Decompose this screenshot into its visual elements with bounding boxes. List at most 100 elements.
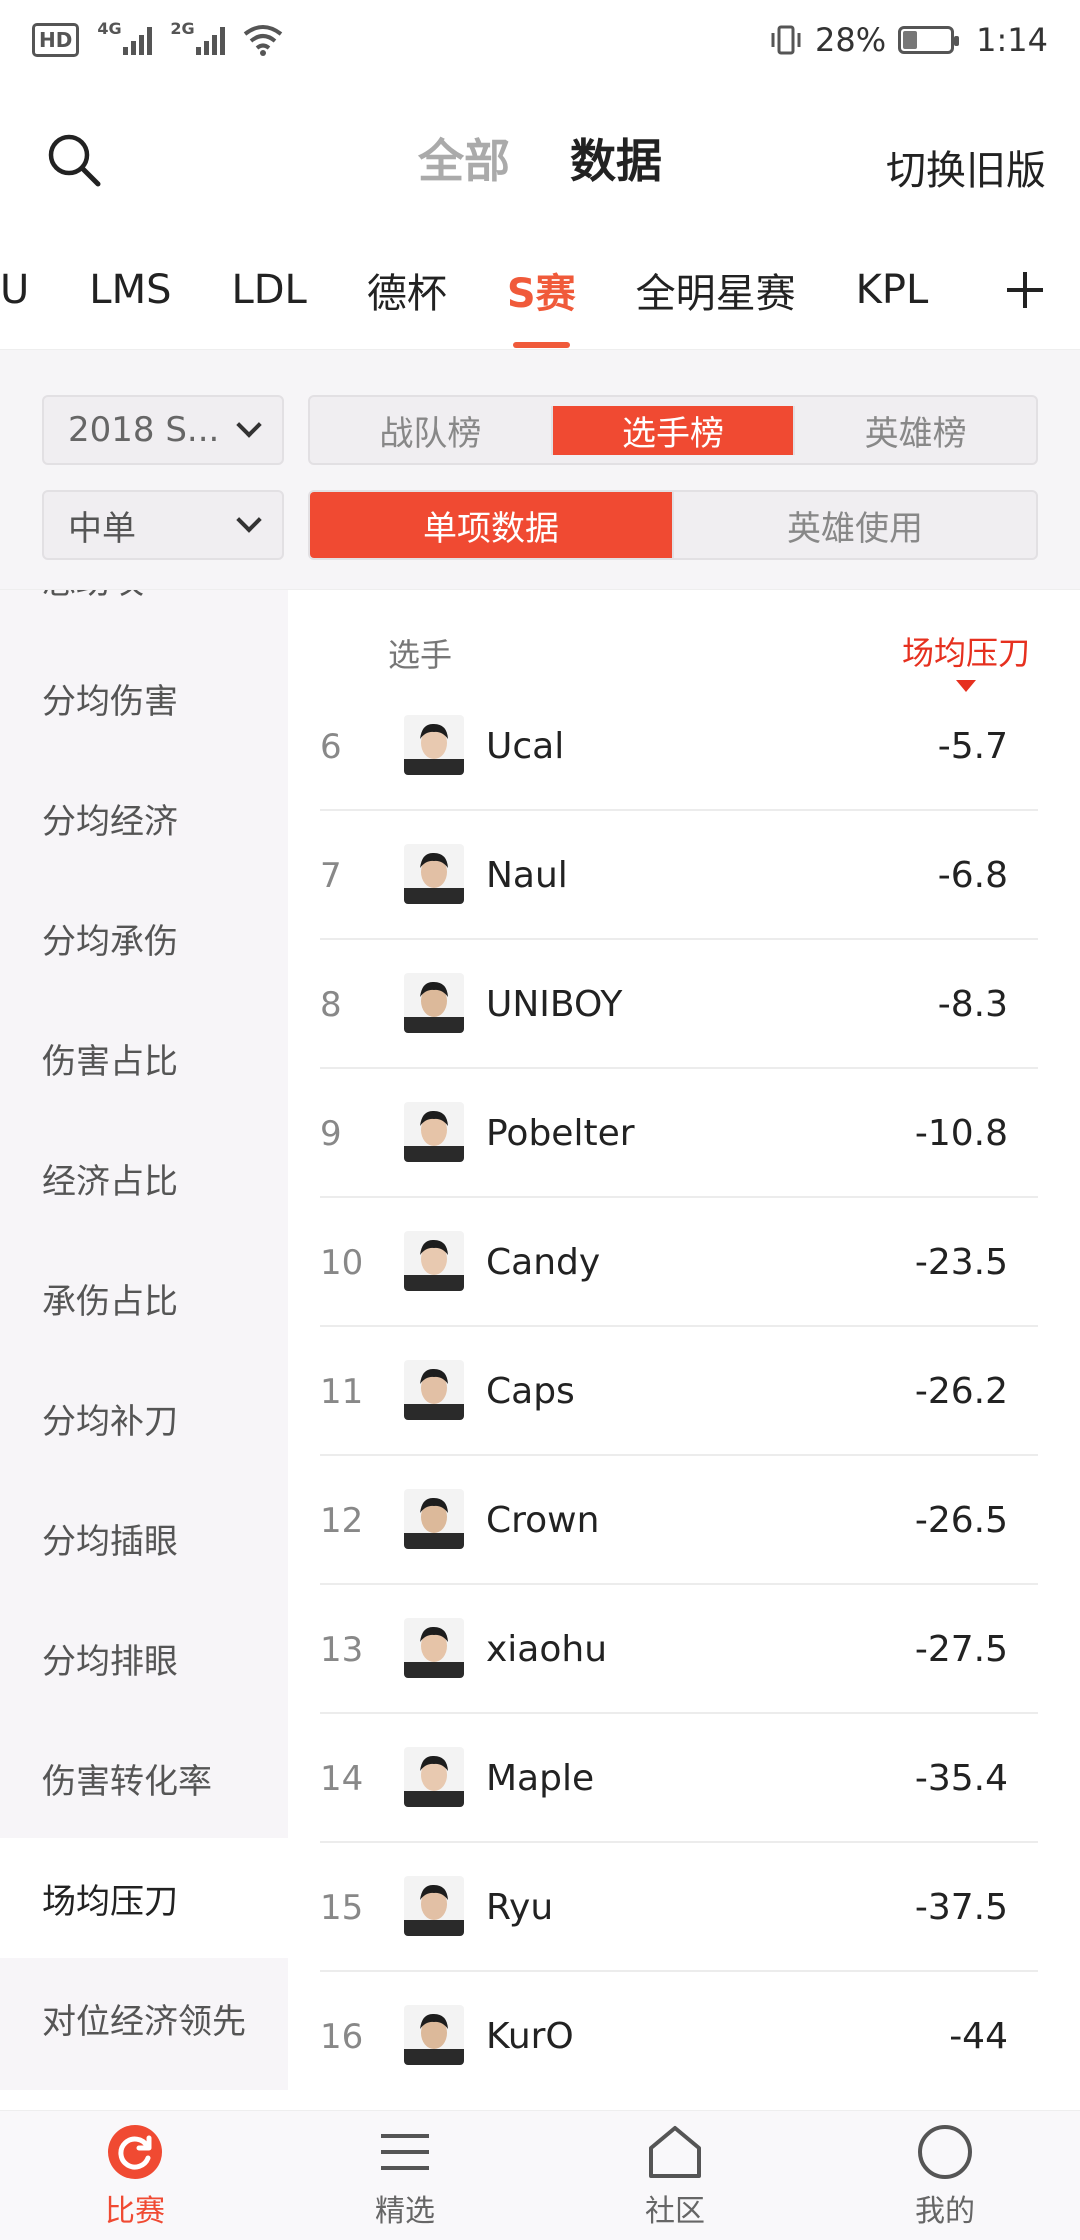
status-left: HD 4G 2G xyxy=(32,19,283,57)
table-row[interactable]: 14 Maple -35.4 xyxy=(320,1714,1038,1843)
hd-badge: HD xyxy=(32,23,80,57)
add-league-button[interactable] xyxy=(970,230,1080,349)
table-row[interactable]: 16 KurO -44 xyxy=(320,1972,1038,2090)
player-avatar xyxy=(404,844,464,904)
player-name: Candy xyxy=(486,1242,601,1283)
stat-category-item[interactable]: 经济占比 xyxy=(0,1118,288,1238)
player-avatar xyxy=(404,1231,464,1291)
player-stats-table[interactable]: 选手 场均压刀 6 Ucal -5.7 7 Naul -6.8 8 UNIBOY -8.3 9 Po… xyxy=(288,590,1080,2090)
player-stat-value: -23.5 xyxy=(914,1242,1008,1283)
stat-category-item[interactable]: 分均插眼 xyxy=(0,1478,288,1598)
nav-featured[interactable]: 精选 xyxy=(270,2111,540,2240)
season-dropdown[interactable]: 2018 S... xyxy=(42,395,284,465)
season-value: 2018 S... xyxy=(68,410,220,450)
table-row[interactable]: 8 UNIBOY -8.3 xyxy=(320,940,1038,1069)
player-rank: 14 xyxy=(320,1758,364,1799)
player-avatar xyxy=(404,1747,464,1807)
player-name: UNIBOY xyxy=(486,984,623,1025)
league-tab[interactable]: LMS xyxy=(59,230,201,349)
stat-category-item[interactable]: 分均排眼 xyxy=(0,1598,288,1718)
stat-category-item[interactable]: 分均补刀 xyxy=(0,1358,288,1478)
table-row[interactable]: 9 Pobelter -10.8 xyxy=(320,1069,1038,1198)
table-row[interactable]: 7 Naul -6.8 xyxy=(320,811,1038,940)
nav-label: 比赛 xyxy=(105,2193,165,2229)
player-stat-value: -6.8 xyxy=(937,855,1008,896)
table-row[interactable]: 15 Ryu -37.5 xyxy=(320,1843,1038,1972)
player-stat-value: -26.2 xyxy=(914,1371,1008,1412)
player-avatar xyxy=(404,1102,464,1162)
stat-tab[interactable]: 单项数据 xyxy=(310,492,674,558)
league-tab-bar: U LMS LDL 德杯 S赛 全明星赛 KPL xyxy=(0,230,1080,350)
player-avatar xyxy=(404,715,464,775)
chevron-down-icon xyxy=(236,507,262,533)
stat-category-item[interactable]: 场均压刀 xyxy=(0,1838,288,1958)
player-avatar xyxy=(404,1876,464,1936)
filter-panel: 2018 S... 战队榜 选手榜 英雄榜 中单 单项数据 英雄使用 xyxy=(0,350,1080,590)
player-name: KurO xyxy=(486,2016,574,2057)
table-row[interactable]: 6 Ucal -5.7 xyxy=(320,682,1038,811)
nav-label: 我的 xyxy=(915,2193,975,2229)
player-name: Pobelter xyxy=(486,1113,635,1154)
wifi-icon xyxy=(244,25,283,56)
stat-tab[interactable]: 英雄使用 xyxy=(674,492,1036,558)
league-tab[interactable]: U xyxy=(0,230,59,349)
player-rank: 12 xyxy=(320,1500,364,1541)
player-name: Crown xyxy=(486,1500,600,1541)
ranking-tab[interactable]: 战队榜 xyxy=(310,405,553,455)
player-stat-value: -10.8 xyxy=(914,1113,1008,1154)
switch-old-version-button[interactable]: 切换旧版 xyxy=(886,138,1046,196)
stat-category-item[interactable]: 对位经济领先 xyxy=(0,1958,288,2078)
player-rank: 13 xyxy=(320,1629,364,1670)
player-name: Naul xyxy=(486,855,568,896)
top-header: 全部 数据 切换旧版 xyxy=(0,80,1080,230)
player-rank: 9 xyxy=(320,1113,342,1154)
stat-category-item[interactable]: 伤害转化率 xyxy=(0,1718,288,1838)
league-tab[interactable]: 德杯 xyxy=(337,230,477,349)
position-dropdown[interactable]: 中单 xyxy=(42,490,284,560)
league-tab[interactable]: KPL xyxy=(826,230,959,349)
vibrate-icon xyxy=(771,25,801,55)
status-right: 28% 1:14 xyxy=(769,21,1048,59)
stat-type-tabs: 单项数据 英雄使用 xyxy=(308,490,1038,560)
tab-data[interactable]: 数据 xyxy=(570,125,662,191)
bottom-nav: 比赛 精选 社区 我的 xyxy=(0,2110,1080,2240)
table-row[interactable]: 12 Crown -26.5 xyxy=(320,1456,1038,1585)
stat-category-item[interactable]: 承伤占比 xyxy=(0,1238,288,1358)
nav-profile[interactable]: 我的 xyxy=(810,2111,1080,2240)
stat-category-sidebar[interactable]: 总助攻分均伤害分均经济分均承伤伤害占比经济占比承伤占比分均补刀分均插眼分均排眼伤… xyxy=(0,590,288,2090)
player-avatar xyxy=(404,1360,464,1420)
column-header-player: 选手 xyxy=(388,636,453,674)
stat-category-item[interactable]: 伤害占比 xyxy=(0,998,288,1118)
position-value: 中单 xyxy=(68,508,136,549)
column-header-stat[interactable]: 场均压刀 xyxy=(902,628,1030,692)
nav-match[interactable]: 比赛 xyxy=(0,2111,270,2240)
player-rank: 6 xyxy=(320,726,342,767)
stat-category-item[interactable]: 分均承伤 xyxy=(0,878,288,998)
ranking-tab[interactable]: 选手榜 xyxy=(552,405,796,455)
nav-community[interactable]: 社区 xyxy=(540,2111,810,2240)
battery-percent: 28% xyxy=(815,21,887,59)
player-stat-value: -8.3 xyxy=(937,984,1008,1025)
player-rank: 15 xyxy=(320,1887,364,1928)
stat-category-item[interactable]: 分均伤害 xyxy=(0,638,288,758)
player-stat-value: -26.5 xyxy=(914,1500,1008,1541)
player-name: Maple xyxy=(486,1758,595,1799)
league-tab[interactable]: 全明星赛 xyxy=(606,230,826,349)
table-row[interactable]: 13 xiaohu -27.5 xyxy=(320,1585,1038,1714)
player-rank: 10 xyxy=(320,1242,364,1283)
stat-category-item[interactable]: 分均经济 xyxy=(0,758,288,878)
player-name: Ucal xyxy=(486,726,565,767)
player-name: xiaohu xyxy=(486,1629,608,1670)
table-row[interactable]: 10 Candy -23.5 xyxy=(320,1198,1038,1327)
stat-category-item[interactable]: 总助攻 xyxy=(0,590,288,638)
player-stat-value: -44 xyxy=(949,2016,1008,2057)
league-tab[interactable]: S赛 xyxy=(477,230,606,349)
status-bar: HD 4G 2G 28% 1:14 xyxy=(0,0,1080,80)
ranking-tab[interactable]: 英雄榜 xyxy=(795,406,1036,455)
player-rank: 11 xyxy=(320,1371,364,1412)
player-name: Ryu xyxy=(486,1887,554,1928)
player-stat-value: -37.5 xyxy=(914,1887,1008,1928)
league-tab[interactable]: LDL xyxy=(201,230,336,349)
table-row[interactable]: 11 Caps -26.2 xyxy=(320,1327,1038,1456)
tab-all[interactable]: 全部 xyxy=(418,125,510,191)
